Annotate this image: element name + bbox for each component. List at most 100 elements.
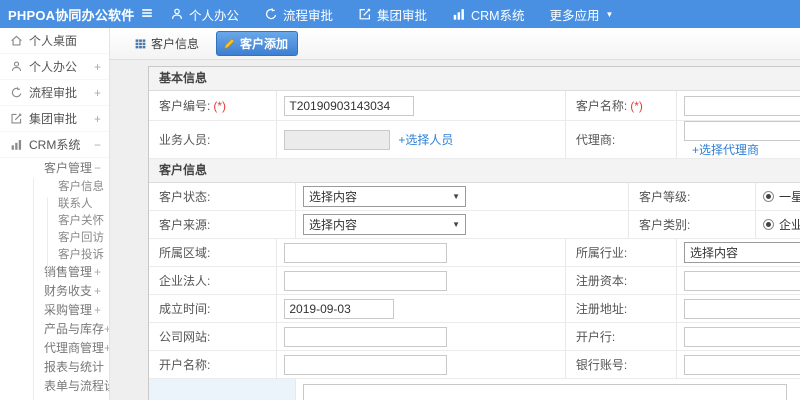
legal-person-field-cell (277, 267, 566, 294)
section-header-basic-info: 基本信息 (149, 67, 800, 91)
form-row: 企业法人: 注册资本: (149, 267, 800, 295)
sidebar-item-customer-complaint[interactable]: 客户投诉 (0, 245, 109, 262)
founding-date-label: 成立时间: (149, 295, 278, 322)
sales-person-select-link[interactable]: +选择人员 (398, 131, 453, 148)
sidebar-item-personal-desktop[interactable]: 个人桌面 (0, 28, 109, 54)
registered-capital-field-cell (677, 267, 800, 294)
customer-code-field-cell (277, 91, 566, 120)
customer-status-select[interactable]: 选择内容 ▼ (303, 186, 466, 207)
radio-label: 一星 (779, 190, 800, 204)
sidebar-item-customer-info[interactable]: 客户信息 (0, 177, 109, 194)
registered-address-input[interactable] (684, 298, 800, 319)
region-field-cell (277, 239, 566, 266)
bank-account-input[interactable] (684, 354, 800, 375)
legal-person-input[interactable] (284, 270, 448, 291)
tab-customer-info[interactable]: 客户信息 (128, 32, 208, 55)
sidebar-item-agent-management[interactable]: 代理商管理+ (0, 338, 109, 357)
form-row-remark (149, 379, 800, 400)
expander-icon: + (93, 283, 101, 298)
edit-square-icon (10, 112, 23, 125)
sidebar-item-label: 个人办公 (29, 60, 78, 74)
customer-code-input[interactable] (284, 95, 415, 116)
sidebar-item-customer-management[interactable]: 客户管理 − (0, 158, 109, 177)
company-website-input[interactable] (284, 326, 448, 347)
sidebar-item-label: 客户管理 (44, 161, 93, 175)
sidebar-item-label: 客户回访 (58, 231, 104, 244)
sidebar-item-contacts[interactable]: 联系人 (0, 194, 109, 211)
app-logo: PHPOA协同办公软件 (8, 7, 135, 23)
industry-label: 所属行业: (566, 239, 677, 266)
sidebar-item-form-workflow-settings[interactable]: 表单与流程设置+ (0, 376, 109, 395)
radio-label: 企业 (779, 218, 800, 232)
indent-guide (47, 197, 48, 281)
sidebar-item-reports-statistics[interactable]: 报表与统计 (0, 357, 109, 376)
form-row: 客户状态: 选择内容 ▼ 客户等级: 一星 (149, 183, 800, 211)
region-label: 所属区域: (149, 239, 278, 266)
sidebar-item-customer-care[interactable]: 客户关怀 (0, 211, 109, 228)
nav-item-personal-office[interactable]: 个人办公 (170, 5, 239, 24)
customer-source-select[interactable]: 选择内容 ▼ (303, 214, 466, 235)
industry-field-cell: 选择内容▼ (677, 239, 800, 266)
expander-icon: + (93, 264, 101, 279)
founding-date-input[interactable] (284, 298, 395, 319)
sidebar-item-admin-office[interactable]: 行政办公+ (0, 395, 109, 400)
nav-item-crm-system[interactable]: CRM系统 (452, 5, 525, 24)
edit-square-icon (358, 7, 372, 21)
remark-textarea[interactable] (303, 384, 787, 400)
expander-icon: − (93, 137, 101, 152)
menu-toggle-button[interactable] (140, 6, 154, 23)
customer-source-label: 客户来源: (149, 211, 296, 238)
pencil-icon (223, 37, 236, 50)
sidebar-item-crm-system[interactable]: CRM系统 − (0, 132, 109, 158)
bank-account-field-cell (677, 351, 800, 378)
customer-name-label: 客户名称: (*) (566, 91, 677, 120)
customer-status-label: 客户状态: (149, 183, 296, 210)
topbar: PHPOA协同办公软件 个人办公 流程审批 集团审批 CRM系统 更多应用 ▼ (0, 0, 800, 28)
account-name-label: 开户名称: (149, 351, 278, 378)
registered-capital-input[interactable] (684, 270, 800, 291)
customer-name-input[interactable] (684, 95, 800, 116)
sidebar-item-label: 财务收支 (44, 284, 93, 298)
nav-item-more-apps[interactable]: 更多应用 ▼ (550, 5, 614, 24)
tab-customer-add[interactable]: 客户添加 (216, 31, 299, 56)
sidebar-item-finance[interactable]: 财务收支 + (0, 281, 109, 300)
form-row: 成立时间: 注册地址: (149, 295, 800, 323)
region-input[interactable] (284, 242, 448, 263)
customer-source-field-cell: 选择内容 ▼ (296, 211, 629, 238)
agent-input[interactable] (684, 121, 800, 141)
industry-select[interactable]: 选择内容▼ (684, 242, 800, 263)
caret-down-icon: ▼ (452, 192, 460, 201)
sales-person-label: 业务人员: (149, 121, 278, 158)
sidebar-item-label: CRM系统 (29, 138, 81, 152)
founding-date-field-cell (277, 295, 566, 322)
agent-select-link[interactable]: +选择代理商 (692, 141, 759, 158)
sidebar-item-purchase-management[interactable]: 采购管理 + (0, 300, 109, 319)
sidebar-item-workflow-approval[interactable]: 流程审批 + (0, 80, 109, 106)
bank-branch-input[interactable] (684, 326, 800, 347)
customer-code-label: 客户编号: (*) (149, 91, 278, 120)
sidebar-item-customer-revisit[interactable]: 客户回访 (0, 228, 109, 245)
sidebar-item-label: 集团审批 (29, 112, 78, 126)
nav-item-label: 更多应用 (549, 8, 600, 23)
history-icon (10, 86, 23, 99)
account-name-input[interactable] (284, 354, 448, 375)
sidebar-item-personal-office[interactable]: 个人办公 + (0, 54, 109, 80)
sidebar-item-product-inventory[interactable]: 产品与库存+ (0, 319, 109, 338)
sales-person-input[interactable] (284, 129, 391, 150)
sidebar-item-group-approval[interactable]: 集团审批 + (0, 106, 109, 132)
required-marker: (*) (630, 98, 643, 113)
customer-level-radio[interactable]: 一星 (763, 188, 800, 205)
form-row: 开户名称: 银行账号: (149, 351, 800, 379)
sidebar-item-sales-management[interactable]: 销售管理 + (0, 262, 109, 281)
sidebar-item-label: 客户信息 (58, 180, 104, 193)
nav-item-group-approval[interactable]: 集团审批 (358, 5, 427, 24)
nav-item-workflow-approval[interactable]: 流程审批 (264, 5, 333, 24)
customer-category-radio[interactable]: 企业 (763, 216, 800, 233)
registered-address-label: 注册地址: (566, 295, 677, 322)
sidebar-item-label: 客户投诉 (58, 248, 104, 261)
expander-icon: + (93, 59, 101, 74)
customer-name-field-cell (677, 91, 800, 120)
bank-branch-label: 开户行: (566, 323, 677, 350)
sidebar-item-label: 采购管理 (44, 303, 93, 317)
history-icon (264, 7, 278, 21)
